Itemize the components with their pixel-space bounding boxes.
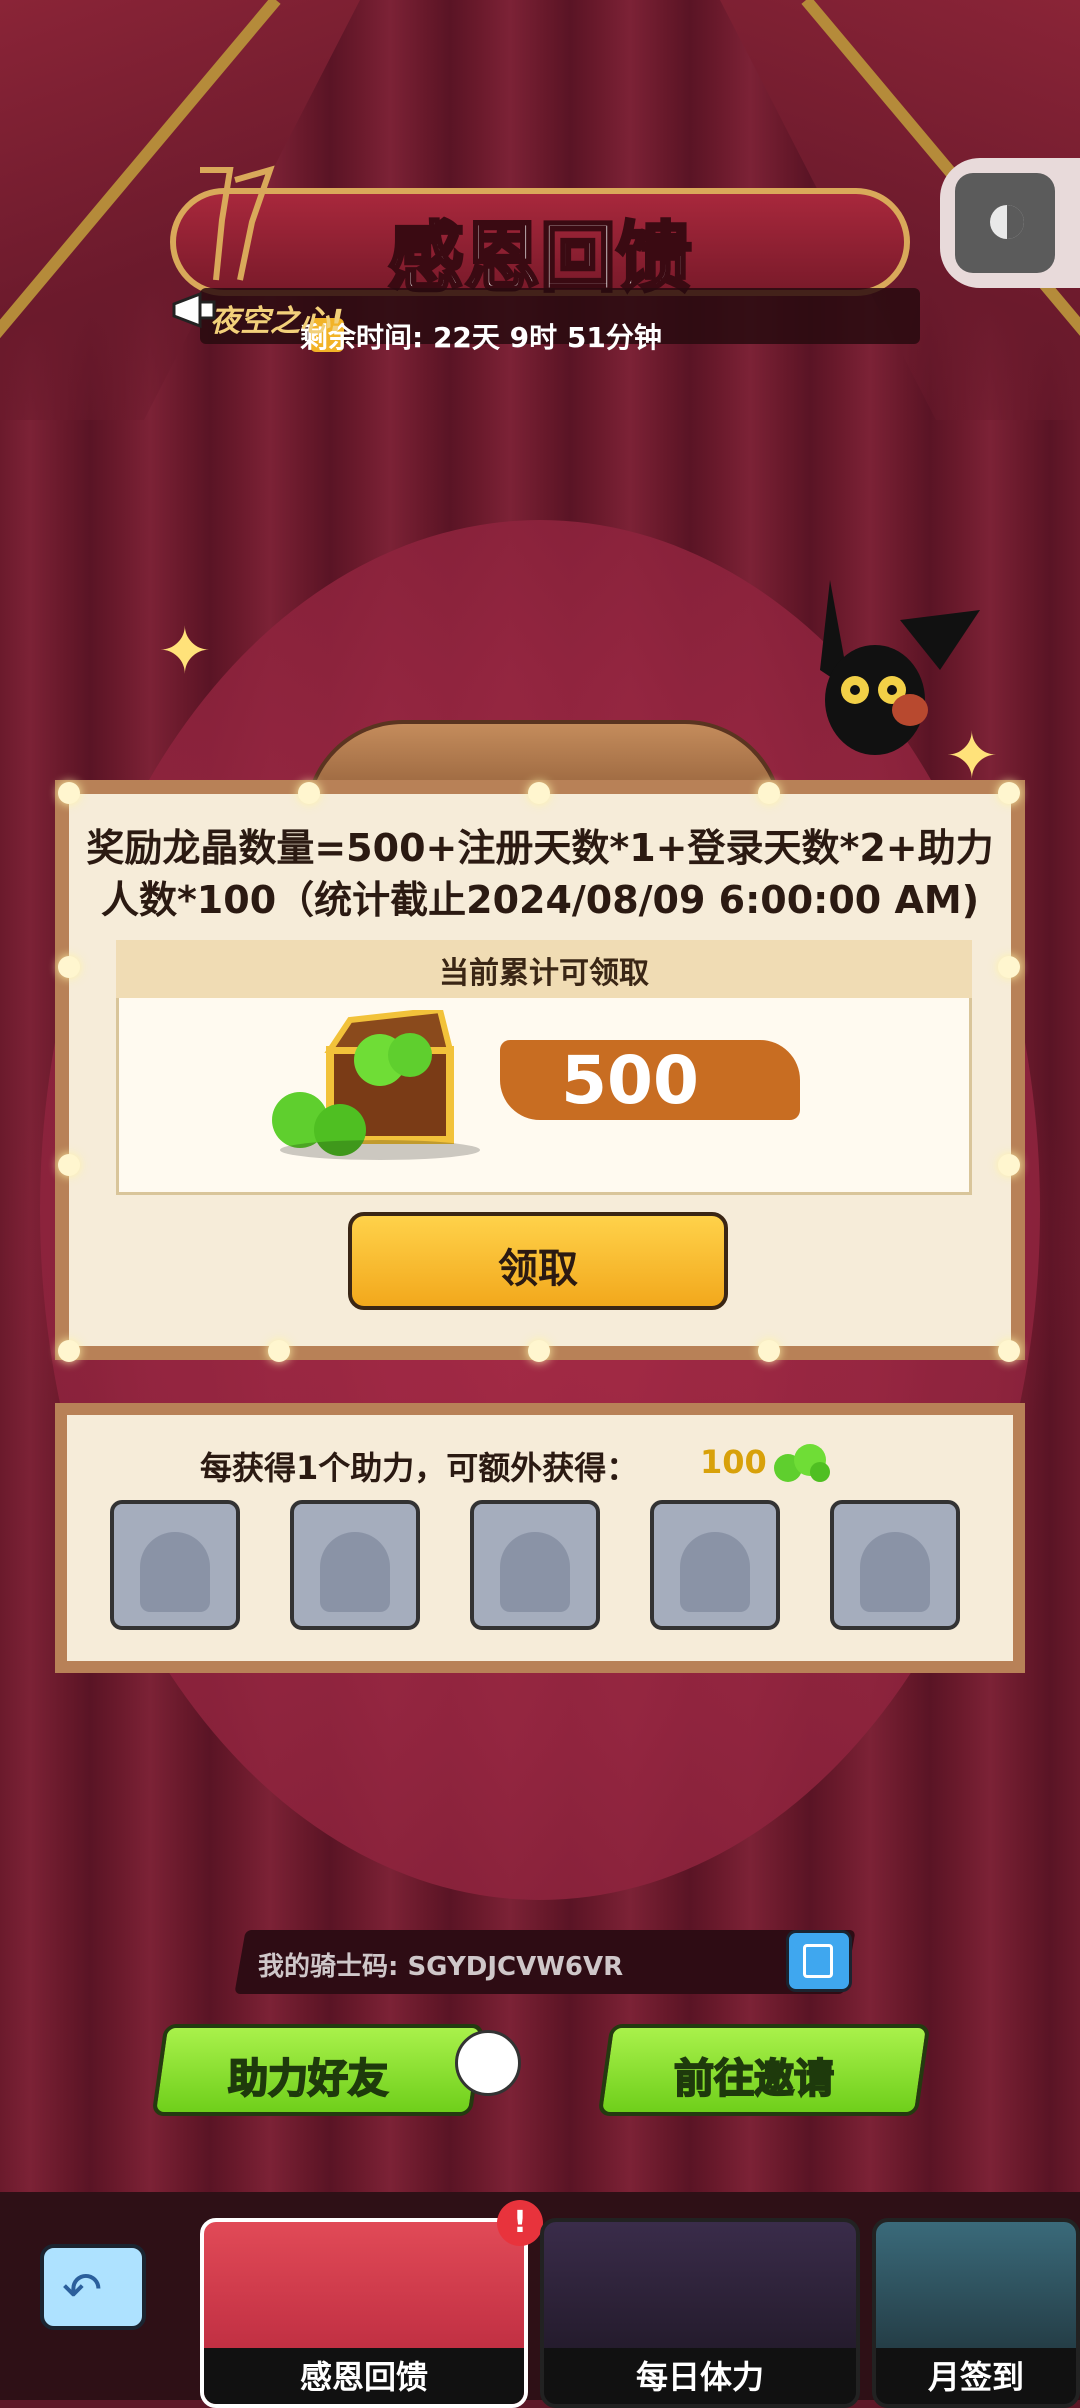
helper-slot[interactable] — [110, 1500, 240, 1630]
helper-slot[interactable] — [830, 1500, 960, 1630]
reward-formula: 奖励龙晶数量=500+注册天数*1+登录天数*2+助力人数*100（统计截止20… — [86, 826, 994, 922]
remaining-time: 剩余时间: 22天 9时 51分钟 — [300, 321, 662, 354]
light-bulb — [528, 782, 550, 804]
demon-mascot-icon — [820, 580, 980, 755]
tab-label: 感恩回馈 — [299, 2358, 428, 2396]
light-bulb — [998, 782, 1020, 804]
light-bulb — [58, 956, 80, 978]
tab-label: 每日体力 — [635, 2358, 764, 2396]
knight-code: 我的骑士码: SGYDJCVW6VR — [258, 1952, 624, 1982]
invite-label[interactable]: 前往邀请 — [604, 2046, 904, 2104]
avatar-placeholder-icon — [320, 1532, 390, 1612]
light-bulb — [758, 1340, 780, 1362]
alert-badge: ! — [497, 2200, 543, 2246]
avatar-placeholder-icon — [860, 1532, 930, 1612]
helper-slot[interactable] — [650, 1500, 780, 1630]
light-bulb — [998, 956, 1020, 978]
tab-label: 月签到 — [927, 2358, 1024, 2396]
reward-card-title: 当前累计可领取 — [439, 956, 649, 991]
assist-friend-label[interactable]: 助力好友 — [158, 2046, 458, 2104]
light-bulb — [998, 1154, 1020, 1176]
tab-daily-stamina[interactable]: 每日体力 — [540, 2218, 860, 2408]
helper-slot[interactable] — [470, 1500, 600, 1630]
avatar-placeholder-icon — [140, 1532, 210, 1612]
avatar-placeholder-icon — [680, 1532, 750, 1612]
treasure-chest-icon — [272, 1010, 480, 1160]
light-bulb — [298, 782, 320, 804]
treasure-chest-bubble-icon — [455, 2030, 521, 2096]
claim-button-label[interactable]: 领取 — [348, 1236, 728, 1294]
light-bulb — [528, 1340, 550, 1362]
marquee-text: 夜空之心! — [210, 304, 344, 339]
light-bulb — [58, 1154, 80, 1176]
light-bulb — [58, 782, 80, 804]
copy-icon — [803, 1944, 833, 1978]
light-bulb — [758, 782, 780, 804]
back-arrow-icon: ↶ — [62, 2262, 103, 2318]
tab-monthly-signin[interactable]: 月签到 — [872, 2218, 1080, 2408]
reward-amount: 500 — [561, 1042, 699, 1119]
helper-slot[interactable] — [290, 1500, 420, 1630]
gem-icon — [774, 1444, 830, 1482]
tab-thanks-feedback[interactable]: 感恩回馈 — [200, 2218, 528, 2408]
avatar-placeholder-icon — [500, 1532, 570, 1612]
helper-bonus-amount: 100 — [700, 1443, 767, 1481]
helper-description: 每获得1个助力，可额外获得： — [200, 1449, 639, 1487]
light-bulb — [998, 1340, 1020, 1362]
sparkle-icon: ✦ — [158, 615, 212, 689]
light-bulb — [58, 1340, 80, 1362]
light-bulb — [268, 1340, 290, 1362]
